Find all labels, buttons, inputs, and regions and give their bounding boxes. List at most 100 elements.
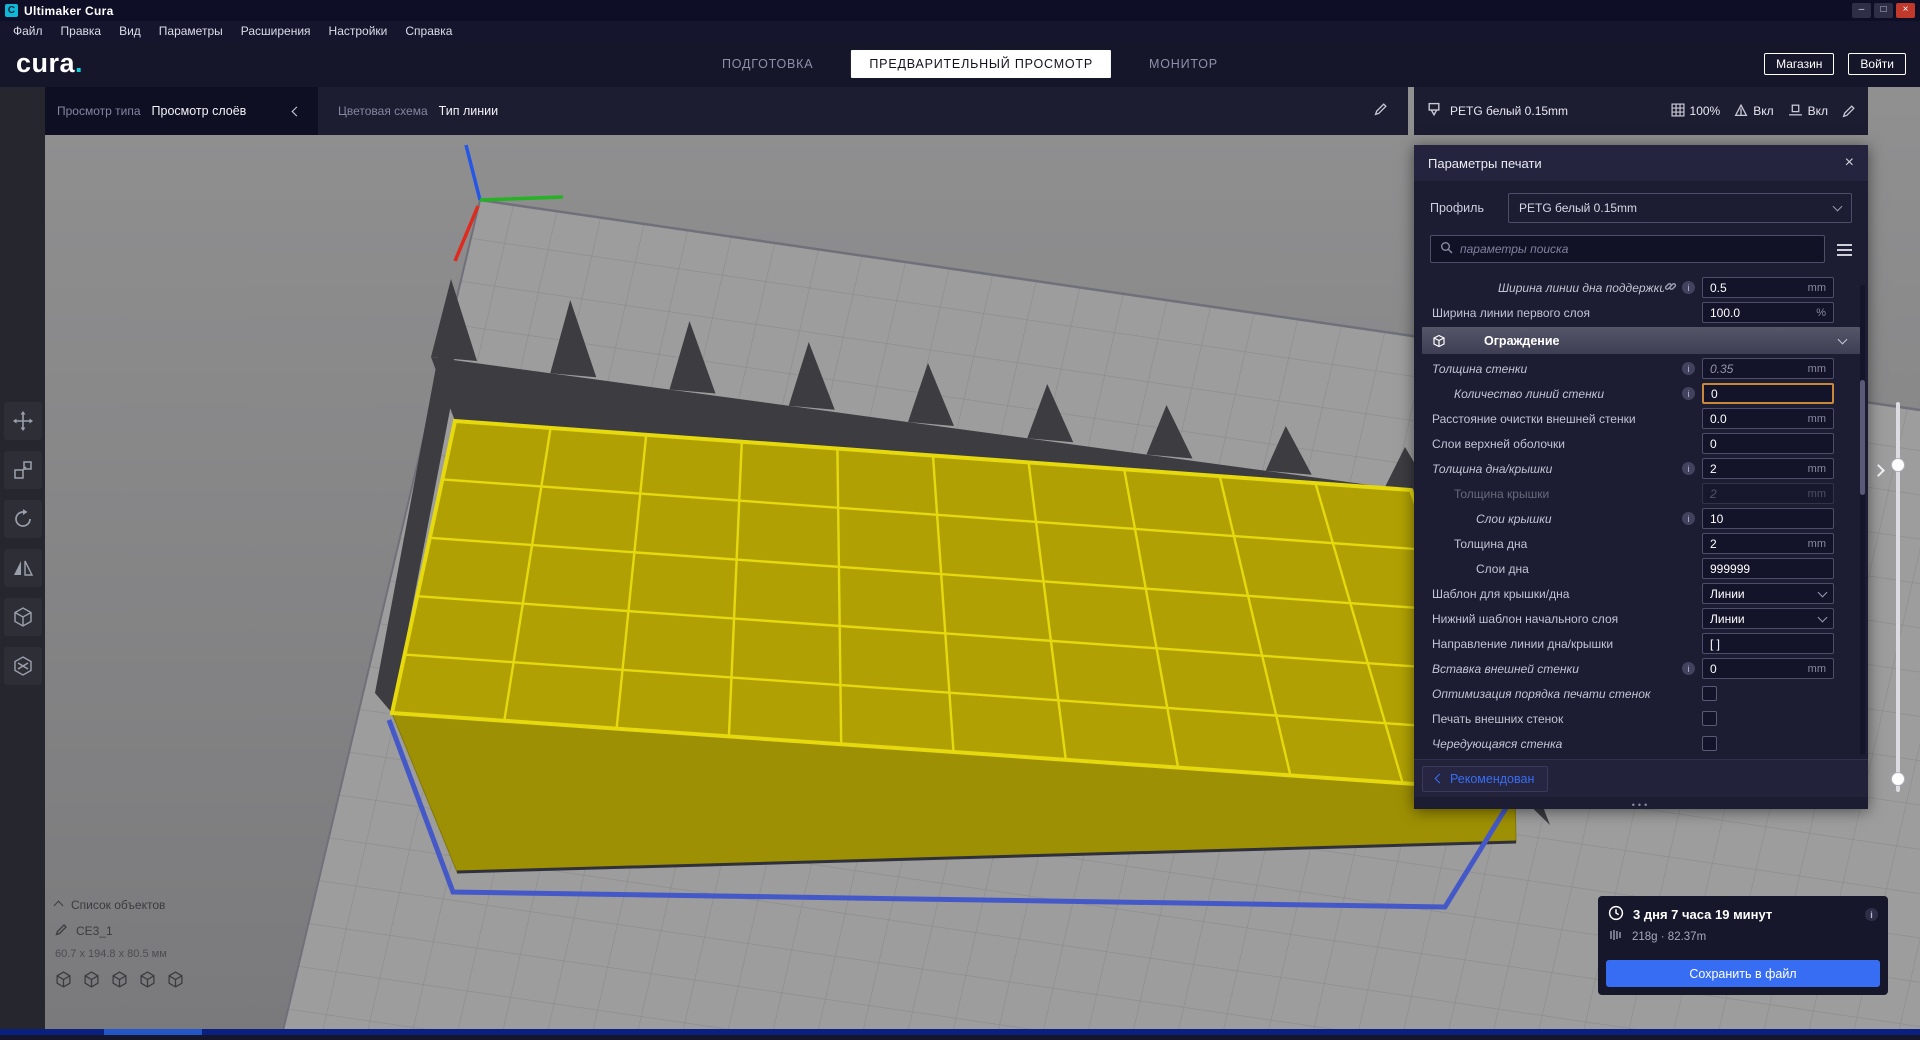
extruder-icon (1426, 102, 1442, 121)
right-view-icon[interactable] (167, 971, 184, 988)
setting-row: Расстояние очистки внешней стенки 0.0mm (1414, 406, 1868, 431)
window-title: Ultimaker Cura (24, 4, 114, 18)
info-icon[interactable]: i (1865, 908, 1878, 921)
maximize-button[interactable]: □ (1874, 3, 1893, 18)
search-input[interactable]: параметры поиска (1430, 235, 1825, 263)
setting-input[interactable]: 10 (1702, 508, 1834, 529)
tab-preview[interactable]: ПРЕДВАРИТЕЛЬНЫЙ ПРОСМОТР (851, 50, 1111, 78)
menu-preferences[interactable]: Настройки (320, 22, 397, 40)
close-button[interactable]: × (1896, 3, 1915, 18)
menu-help[interactable]: Справка (396, 22, 461, 40)
setting-input[interactable]: 0.5mm (1702, 277, 1834, 298)
info-icon: i (1682, 662, 1695, 675)
rotate-tool[interactable] (4, 500, 42, 538)
print-time-estimate: 3 дня 7 часа 19 минут (1633, 907, 1772, 922)
setting-input[interactable]: 2mm (1702, 533, 1834, 554)
menu-extensions[interactable]: Расширения (232, 22, 320, 40)
login-button[interactable]: Войти (1848, 53, 1906, 75)
link-icon (1664, 280, 1677, 296)
recommended-mode-button[interactable]: Рекомендован (1422, 766, 1548, 792)
settings-menu-icon[interactable] (1837, 244, 1852, 246)
tab-prepare[interactable]: ПОДГОТОВКА (722, 57, 813, 71)
layer-slider[interactable] (1896, 402, 1900, 792)
panel-collapse-button[interactable] (1874, 462, 1883, 480)
setting-input[interactable]: 0.0mm (1702, 408, 1834, 429)
layer-slider-top-handle[interactable] (1891, 458, 1905, 472)
layer-slider-bottom-handle[interactable] (1891, 772, 1905, 786)
view-type-bar[interactable]: Просмотр типа Просмотр слоёв (45, 87, 318, 135)
save-to-file-button[interactable]: Сохранить в файл (1606, 960, 1880, 987)
unit-label: mm (1808, 282, 1826, 294)
color-scheme-value[interactable]: Тип линии (439, 104, 498, 118)
infill-setting[interactable]: 100% (1671, 103, 1721, 120)
minimize-button[interactable]: – (1852, 3, 1871, 18)
color-scheme-bar[interactable]: Цветовая схема Тип линии (318, 87, 1408, 135)
pencil-icon[interactable] (1374, 102, 1388, 121)
setting-checkbox[interactable] (1702, 711, 1717, 726)
setting-input[interactable]: 0 (1702, 433, 1834, 454)
pencil-icon[interactable] (55, 923, 68, 939)
taskbar (0, 1029, 1920, 1035)
profile-dropdown[interactable]: PETG белый 0.15mm (1508, 193, 1852, 223)
panel-resize-handle[interactable] (1632, 800, 1650, 810)
setting-input[interactable]: 0 (1702, 383, 1834, 404)
setting-input[interactable]: 2mm (1702, 483, 1834, 504)
panel-scrollbar[interactable] (1860, 285, 1865, 755)
chevron-down-icon (1818, 587, 1828, 597)
print-setup-bar[interactable]: PETG белый 0.15mm 100% Вкл Вкл (1414, 87, 1868, 135)
sliced-model (389, 421, 1516, 907)
setting-label: Расстояние очистки внешней стенки (1414, 412, 1695, 426)
setting-label: Направление линии дна/крышки (1414, 637, 1695, 651)
info-icon: i (1682, 387, 1695, 400)
object-list-title: Список объектов (71, 898, 165, 912)
pencil-icon[interactable] (1842, 104, 1856, 118)
setting-select[interactable]: Линии (1702, 583, 1834, 604)
setting-input[interactable]: 999999 (1702, 558, 1834, 579)
scale-tool[interactable] (4, 451, 42, 489)
setting-label: Толщина дна (1414, 537, 1695, 551)
front-view-icon[interactable] (83, 971, 100, 988)
profile-label: Профиль (1430, 201, 1508, 215)
object-list-header[interactable]: Список объектов (55, 898, 184, 912)
perspective-view-icon[interactable] (55, 971, 72, 988)
section-label: Ограждение (1484, 334, 1559, 348)
info-icon: i (1682, 512, 1695, 525)
support-setting[interactable]: Вкл (1734, 103, 1773, 120)
setting-select[interactable]: Линии (1702, 608, 1834, 629)
marketplace-button[interactable]: Магазин (1764, 53, 1834, 75)
tab-monitor[interactable]: МОНИТОР (1149, 57, 1218, 71)
section-header-shell[interactable]: Ограждение (1422, 327, 1860, 354)
support-blocker-tool[interactable] (4, 647, 42, 685)
infill-icon (1671, 103, 1685, 120)
view-type-value[interactable]: Просмотр слоёв (152, 104, 247, 118)
chevron-left-icon[interactable] (292, 106, 302, 116)
per-model-settings-tool[interactable] (4, 598, 42, 636)
menu-view[interactable]: Вид (110, 22, 150, 40)
setting-row: Нижний шаблон начального слояЛинии (1414, 606, 1868, 631)
support-icon (1734, 103, 1748, 120)
move-tool[interactable] (4, 402, 42, 440)
object-dimensions: 60.7 x 194.8 x 80.5 мм (55, 948, 184, 960)
setting-input[interactable]: 0mm (1702, 658, 1834, 679)
top-view-icon[interactable] (111, 971, 128, 988)
menu-edit[interactable]: Правка (52, 22, 111, 40)
setting-checkbox[interactable] (1702, 686, 1717, 701)
setting-input[interactable]: [ ] (1702, 633, 1834, 654)
menu-file[interactable]: Файл (4, 22, 52, 40)
close-icon[interactable]: × (1845, 155, 1854, 171)
setting-row: Вставка внешней стенкиi0mm (1414, 656, 1868, 681)
adhesion-setting[interactable]: Вкл (1788, 103, 1828, 120)
menu-settings[interactable]: Параметры (150, 22, 232, 40)
mirror-tool[interactable] (4, 549, 42, 587)
scrollbar-thumb[interactable] (1860, 380, 1865, 495)
material-name[interactable]: PETG белый 0.15mm (1450, 104, 1657, 118)
setting-checkbox[interactable] (1702, 736, 1717, 751)
setting-row: Ширина линии дна поддержкиi0.5mm (1414, 275, 1868, 300)
chevron-left-icon (1435, 774, 1445, 784)
object-item[interactable]: CE3_1 (55, 923, 184, 939)
setting-input[interactable]: 0.35mm (1702, 358, 1834, 379)
setting-input[interactable]: 2mm (1702, 458, 1834, 479)
left-view-icon[interactable] (139, 971, 156, 988)
setting-input[interactable]: 100.0% (1702, 302, 1834, 323)
taskbar-start-button[interactable] (104, 1029, 202, 1035)
